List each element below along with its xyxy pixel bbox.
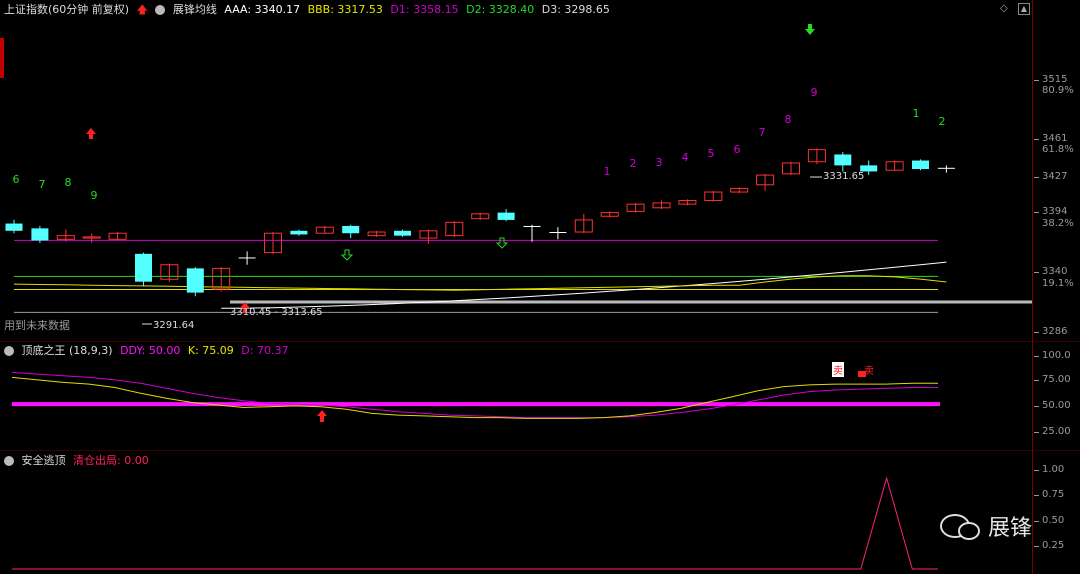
low-price-label: 3291.64 (153, 320, 195, 331)
sequence-number: 5 (708, 147, 715, 160)
sequence-number: 2 (939, 115, 946, 128)
candle-body (394, 230, 411, 236)
k-line (11, 376, 938, 419)
main-chart-panel[interactable]: 上证指数(60分钟 前复权) 🡅 展锋均线 AAA: 3340.17 BBB: … (0, 0, 1080, 341)
escape-panel[interactable]: 安全逃顶 清仓出局: 0.00 1.00 0.75 0.50 0.25 (0, 451, 1080, 574)
kdj-axis: 100.0 75.00 50.00 25.00 (1034, 342, 1080, 450)
sequence-number: 7 (39, 178, 46, 191)
candle-body (497, 212, 515, 220)
sequence-number: 1 (913, 107, 920, 120)
candle-body (549, 232, 567, 234)
escape-line (12, 476, 938, 570)
axis-tick-label: 3394 (1042, 206, 1068, 217)
candle-body (238, 257, 256, 259)
sequence-number: 6 (13, 173, 20, 186)
axis-tick-label: 61.8% (1042, 144, 1074, 155)
axis-tick-label: 100.0 (1042, 350, 1071, 361)
sell-arrow-icon (805, 24, 815, 35)
axis-tick-label: 75.00 (1042, 374, 1071, 385)
axis-tick (1034, 272, 1039, 273)
sequence-number: 8 (785, 113, 792, 126)
candle-body (186, 268, 204, 293)
candle-body (912, 160, 929, 170)
axis-tick (1034, 495, 1039, 496)
axis-tick (1034, 380, 1039, 381)
candle-body (342, 225, 360, 234)
sequence-number: 8 (65, 176, 72, 189)
sequence-number: 9 (811, 86, 818, 99)
sell-signal-1: 卖 (832, 362, 844, 377)
sequence-number: 2 (630, 157, 637, 170)
candle-body (523, 225, 541, 227)
buy-arrow-icon (86, 128, 96, 139)
kdj-chart[interactable] (0, 342, 1032, 450)
watermark-text: 展锋 (988, 516, 1033, 541)
candle-body (834, 154, 852, 166)
buy-arrow-icon (317, 410, 327, 422)
axis-tick-label: 3286 (1042, 326, 1068, 337)
candle-body (135, 253, 152, 282)
bbb-line (13, 275, 947, 291)
axis-tick (1034, 177, 1039, 178)
kdj-panel[interactable]: 顶底之王 (18,9,3) DDY: 50.00 K: 75.09 D: 70.… (0, 342, 1080, 450)
sequence-number: 1 (604, 165, 611, 178)
axis-tick-label: 0.75 (1042, 489, 1065, 500)
axis-tick-label: 38.2% (1042, 218, 1074, 229)
axis-tick-label: 3515 (1042, 74, 1068, 85)
axis-tick (1034, 212, 1039, 213)
sell-signal-2: 卖 (864, 366, 874, 377)
future-data-note: 用到未来数据 (4, 319, 70, 332)
axis-tick (1034, 546, 1039, 547)
wechat-watermark: 展锋 (940, 508, 1050, 542)
axis-tick-label: 50.00 (1042, 400, 1071, 411)
high-price-label: 3331.65 (823, 171, 865, 182)
axis-tick-label: 80.9% (1042, 85, 1074, 96)
axis-tick (1034, 139, 1039, 140)
axis-tick (1034, 406, 1039, 407)
axis-tick-label: 3461 (1042, 133, 1068, 144)
range-label: 3310.45 - 3313.65 (230, 307, 323, 318)
sequence-number: 7 (759, 126, 766, 139)
candle-body (5, 223, 23, 231)
axis-tick (1034, 80, 1039, 81)
sequence-number: 3 (656, 156, 663, 169)
axis-tick (1034, 432, 1039, 433)
candle-body (937, 167, 955, 169)
axis-tick (1034, 356, 1039, 357)
axis-tick-label: 25.00 (1042, 426, 1071, 437)
sequence-number: 4 (682, 151, 689, 164)
candle-body (31, 228, 49, 241)
sequence-number: 9 (91, 189, 98, 202)
sequence-number: 6 (734, 143, 741, 156)
axis-separator (1032, 0, 1033, 574)
axis-tick (1034, 332, 1039, 333)
axis-tick-label: 1.00 (1042, 464, 1065, 475)
axis-tick-label: 19.1% (1042, 278, 1074, 289)
wechat-icon-small (958, 522, 980, 540)
hollow-down-arrow-icon (340, 249, 354, 261)
candle-body (290, 230, 308, 235)
axis-tick (1034, 470, 1039, 471)
axis-tick-label: 3340 (1042, 266, 1068, 277)
hollow-down-arrow-icon (495, 237, 509, 249)
axis-tick-label: 3427 (1042, 171, 1068, 182)
main-candlestick-chart[interactable]: 6 7 8 9 1 2 3 4 5 6 7 8 9 1 2 (0, 0, 1032, 341)
escape-chart[interactable] (0, 451, 1032, 574)
main-price-axis: 3515 80.9% 3461 61.8% 3427 3394 38.2% 3340 19.1%… (1034, 0, 1080, 341)
